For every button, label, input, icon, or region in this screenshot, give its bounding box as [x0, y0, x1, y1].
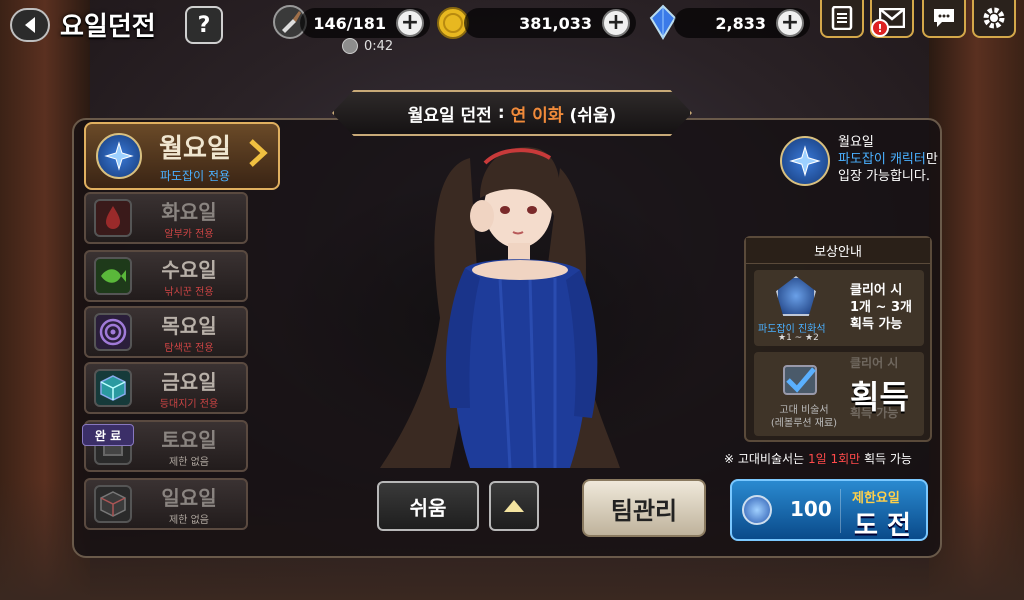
day-restriction: 낚시꾼 전용: [164, 287, 214, 298]
settings-button[interactable]: [972, 0, 1016, 38]
evolution-stone-icon: [776, 276, 816, 316]
difficulty-up-button[interactable]: [489, 481, 539, 531]
day-tab-thursday[interactable]: 목요일 탐색꾼 전용: [84, 306, 248, 358]
day-tab-sunday[interactable]: 일요일 제한 없음: [84, 478, 248, 530]
timer-value: 0:42: [364, 38, 394, 54]
day-restriction: 탐색꾼 전용: [164, 343, 214, 354]
dungeon-banner: 월요일 던전 : 연 이화 (쉬움): [332, 90, 692, 136]
divider: [840, 489, 841, 533]
stamina-timer: 0:42: [342, 38, 393, 54]
mail-alert-badge: !: [871, 19, 889, 37]
team-manage-button[interactable]: 팀관리: [582, 479, 706, 537]
gem-value: 2,833: [715, 13, 766, 33]
chat-icon: [934, 9, 954, 27]
day-restriction: 알부카 전용: [164, 229, 214, 240]
blood-sigil-icon: [94, 199, 132, 237]
chevron-right-icon: [248, 138, 278, 175]
drop-line: 획득 가능: [850, 317, 903, 332]
day-tab-wednesday[interactable]: 수요일 낚시꾼 전용: [84, 250, 248, 302]
completed-tag: 완 료: [82, 424, 134, 446]
day-name: 목요일: [161, 314, 217, 338]
screen-title: 요일던전: [60, 12, 156, 42]
help-button[interactable]: ?: [185, 6, 223, 44]
drop-line: 1개 ~ 3개: [850, 300, 912, 315]
info-class: 파도잡이 캐릭터: [838, 152, 926, 167]
reward-evolution-stone[interactable]: 파도잡이 진화석 ★1 ~ ★2 클리어 시 1개 ~ 3개 획득 가능: [754, 270, 924, 346]
info-day: 월요일: [838, 135, 874, 150]
reward-header: 보상안내: [746, 238, 930, 264]
gold-value: 381,033: [519, 13, 592, 33]
top-bar: 요일던전 ? 146/181 + 0:42 381,033 + 2,833 + …: [0, 0, 1024, 60]
challenge-button[interactable]: 100 제한요일 도 전: [730, 479, 928, 541]
drop-line: 클리어 시: [850, 283, 903, 298]
compass-star-icon: [96, 133, 142, 179]
tome-name-line: (레볼루션 재료): [770, 418, 838, 429]
add-gem-button[interactable]: +: [776, 9, 804, 37]
faded-line: 클리어 시: [850, 356, 899, 370]
day-name: 수요일: [161, 258, 217, 282]
evolution-stone-drop: 클리어 시 1개 ~ 3개 획득 가능: [850, 282, 912, 333]
back-button[interactable]: [10, 8, 50, 42]
reward-info-panel: 보상안내 파도잡이 진화석 ★1 ~ ★2 클리어 시 1개 ~ 3개 획득 가…: [744, 236, 932, 442]
banner-day: 월요일 던전: [407, 105, 492, 126]
day-name: 월요일: [159, 134, 231, 164]
add-gold-button[interactable]: +: [602, 9, 630, 37]
challenge-label: 도 전: [854, 511, 911, 541]
day-name: 화요일: [161, 200, 217, 224]
clock-icon: [342, 38, 358, 54]
day-restriction: 제한 없음: [169, 515, 209, 526]
day-restriction: 제한 없음: [169, 457, 209, 468]
acquired-label: 획득: [850, 378, 909, 416]
fish-icon: [94, 257, 132, 295]
info-line2: 입장 가능합니다.: [838, 169, 930, 184]
reward-ancient-tome[interactable]: 고대 비술서 (레볼루션 재료) 클리어 시 획득 가능 획득: [754, 352, 924, 436]
day-tab-friday[interactable]: 금요일 등대지기 전용: [84, 362, 248, 414]
list-icon: [831, 6, 853, 30]
crystal-cost-icon: [742, 495, 772, 525]
banner-boss-name: 연 이화: [510, 105, 564, 126]
entry-restriction-text: 월요일 파도잡이 캐릭터만 입장 가능합니다.: [838, 134, 958, 185]
tome-name-line: 고대 비술서: [779, 405, 829, 416]
day-name: 토요일: [161, 428, 217, 452]
note-suffix: 획득 가능: [864, 452, 912, 466]
quest-button[interactable]: [820, 0, 864, 38]
gear-icon: [983, 7, 1005, 29]
evolution-stone-stars: ★1 ~ ★2: [778, 333, 819, 343]
daily-limit-note: ※ 고대비술서는 1일 1회만 획득 가능: [724, 450, 912, 467]
chat-button[interactable]: [922, 0, 966, 38]
prism-icon: [94, 485, 132, 523]
banner-separator: :: [497, 103, 505, 123]
day-restriction: 파도잡이 전용: [159, 169, 231, 183]
cube-icon: [94, 369, 132, 407]
triangle-up-icon: [504, 500, 524, 512]
challenge-sub-label: 제한요일: [852, 491, 900, 506]
boss-character-portrait: [360, 138, 640, 478]
ancient-tome-name: 고대 비술서 (레볼루션 재료): [764, 404, 844, 430]
day-name: 금요일: [161, 370, 217, 394]
target-icon: [94, 313, 132, 351]
note-highlight: 1일 1회만: [807, 452, 861, 466]
monday-emblem-icon: [780, 136, 830, 186]
add-stamina-button[interactable]: +: [396, 9, 424, 37]
arrow-left-icon: [25, 17, 35, 33]
day-name: 일요일: [161, 486, 217, 510]
info-suffix: 만: [925, 152, 938, 167]
difficulty-button[interactable]: 쉬움: [377, 481, 479, 531]
day-tab-tuesday[interactable]: 화요일 알부카 전용: [84, 192, 248, 244]
note-prefix: ※ 고대비술서는: [724, 452, 805, 466]
checkmark-book-icon: [780, 360, 820, 400]
day-tab-monday[interactable]: 월요일 파도잡이 전용: [84, 122, 280, 190]
banner-difficulty: (쉬움): [569, 105, 617, 126]
stamina-value: 146/181: [313, 13, 386, 33]
day-restriction: 등대지기 전용: [159, 399, 219, 410]
challenge-cost: 100: [790, 497, 832, 521]
